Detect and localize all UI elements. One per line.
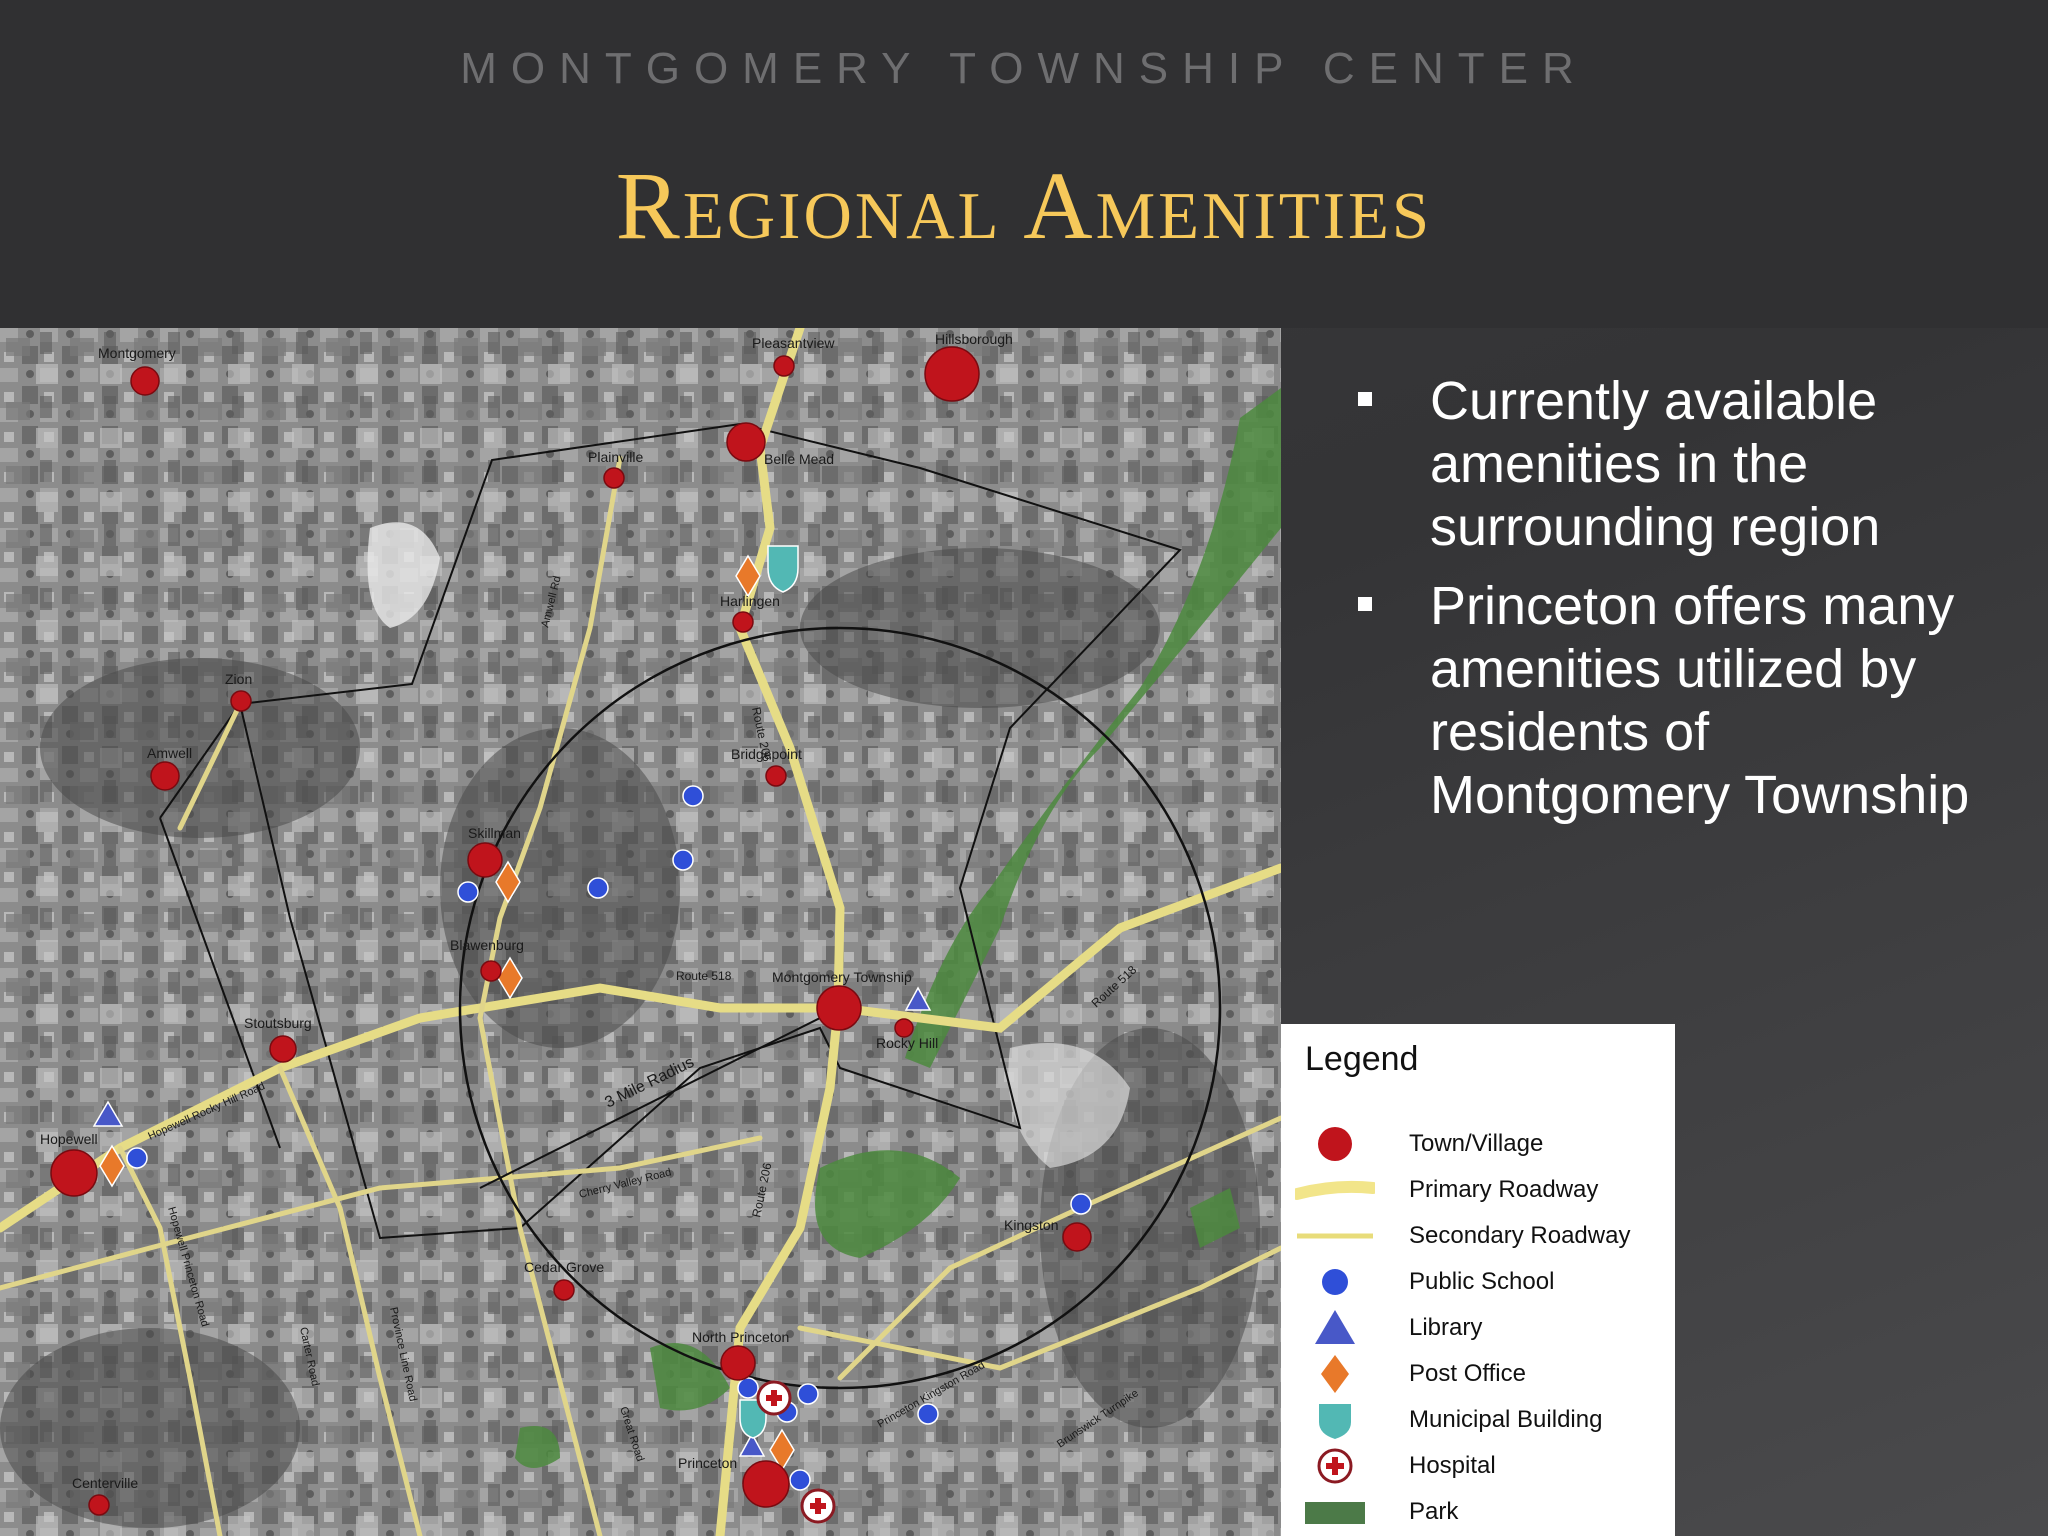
town-village-icon [1062, 1222, 1092, 1252]
hospital-icon [1317, 1448, 1353, 1484]
bullet-marker [1358, 392, 1372, 406]
town-village-icon [88, 1494, 110, 1516]
place-label-bridgepoint: Bridgepoint [731, 746, 802, 762]
place-label-blawenburg: Blawenburg [450, 937, 524, 953]
place-label-north-princeton: North Princeton [692, 1329, 789, 1345]
public-school-icon [917, 1403, 939, 1425]
place-label-pleasantview: Pleasantview [752, 335, 835, 351]
legend-row-secondary-roadway: Secondary Roadway [1281, 1216, 1675, 1256]
town-village-icon [150, 761, 180, 791]
park-icon [1305, 1502, 1365, 1524]
town-village-icon [816, 985, 862, 1031]
hospital-icon [756, 1380, 792, 1416]
place-label-montgomery: Montgomery [98, 345, 176, 361]
place-label-harlingen: Harlingen [720, 593, 780, 609]
town-village-icon [720, 1345, 756, 1381]
town-village-icon [732, 611, 754, 633]
public-school-icon [797, 1383, 819, 1405]
place-label-stoutsburg: Stoutsburg [244, 1015, 312, 1031]
place-label-skillman: Skillman [468, 825, 521, 841]
legend-label: Primary Roadway [1409, 1176, 1599, 1203]
slide-subtitle: MONTGOMERY TOWNSHIP CENTER [460, 44, 1588, 93]
public-school-icon [587, 877, 609, 899]
town-village-icon [467, 842, 503, 878]
place-label-cedar-grove: Cedar Grove [524, 1259, 604, 1275]
legend-label: Town/Village [1409, 1130, 1544, 1157]
post-office-icon [1321, 1355, 1349, 1393]
bullet-marker [1358, 597, 1372, 611]
place-label-plainville: Plainville [588, 449, 643, 465]
public-school-icon [1070, 1193, 1092, 1215]
public-school-icon [457, 881, 479, 903]
town-village-icon [742, 1460, 790, 1508]
legend-title: Legend [1305, 1040, 1419, 1078]
legend-row-hospital: Hospital [1281, 1446, 1675, 1486]
bullet-item: Princeton offers many amenities utilized… [1350, 575, 1990, 827]
town-village-icon [480, 960, 502, 982]
town-village-icon [773, 355, 795, 377]
primary-roadway-icon [1295, 1180, 1375, 1200]
slide-title: Regional Amenities [615, 152, 1433, 259]
public-school-icon [1322, 1269, 1348, 1295]
town-village-icon [130, 366, 160, 396]
hospital-icon [800, 1488, 836, 1524]
legend-row-post-office: Post Office [1281, 1354, 1675, 1394]
town-village-icon [50, 1149, 98, 1197]
map-legend: Legend Town/Village Primary Roadway Seco… [1281, 1024, 1675, 1536]
place-label-amwell: Amwell [147, 745, 192, 761]
town-village-icon [765, 765, 787, 787]
place-label-belle-mead: Belle Mead [764, 451, 834, 467]
place-label-centerville: Centerville [72, 1475, 138, 1491]
town-village-icon [603, 467, 625, 489]
legend-label: Municipal Building [1409, 1406, 1603, 1433]
place-label-princeton: Princeton [678, 1455, 737, 1471]
municipal-building-icon [1319, 1404, 1351, 1439]
legend-label: Hospital [1409, 1452, 1496, 1479]
legend-row-public-school: Public School [1281, 1262, 1675, 1302]
town-village-icon [230, 690, 252, 712]
header-band: MONTGOMERY TOWNSHIP CENTER Regional Amen… [0, 0, 2048, 328]
place-label-rocky-hill: Rocky Hill [876, 1035, 938, 1051]
town-village-icon [726, 422, 766, 462]
legend-label: Post Office [1409, 1360, 1526, 1387]
town-village-icon [553, 1279, 575, 1301]
bullet-list: Currently available amenities in the sur… [1350, 370, 1990, 843]
bullet-item: Currently available amenities in the sur… [1350, 370, 1990, 559]
legend-label: Secondary Roadway [1409, 1222, 1631, 1249]
town-village-icon [269, 1035, 297, 1063]
regional-map: 3 Mile Radius Route 518 Route 518 Route … [0, 328, 1281, 1536]
legend-row-library: Library [1281, 1308, 1675, 1348]
place-label-kingston: Kingston [1004, 1217, 1058, 1233]
town-village-icon [924, 346, 980, 402]
public-school-icon [682, 785, 704, 807]
bullet-text: Currently available amenities in the sur… [1430, 371, 1881, 557]
library-icon [1315, 1310, 1355, 1344]
town-village-icon [1318, 1127, 1352, 1161]
legend-label: Park [1409, 1498, 1459, 1525]
place-label-hillsborough: Hillsborough [935, 331, 1013, 347]
map-canvas: 3 Mile Radius Route 518 Route 518 Route … [0, 328, 1281, 1536]
place-label-zion: Zion [225, 671, 252, 687]
legend-row-primary-roadway: Primary Roadway [1281, 1170, 1675, 1210]
secondary-roadway-icon [1297, 1233, 1373, 1239]
road-label-route-518-west: Route 518 [676, 969, 732, 983]
place-label-montgomery-township: Montgomery Township [772, 969, 912, 985]
public-school-icon [737, 1377, 759, 1399]
legend-label: Library [1409, 1314, 1483, 1341]
place-label-hopewell: Hopewell [40, 1131, 98, 1147]
municipal-building-icon [767, 545, 799, 593]
legend-row-municipal-building: Municipal Building [1281, 1400, 1675, 1440]
public-school-icon [672, 849, 694, 871]
bullet-text: Princeton offers many amenities utilized… [1430, 576, 1970, 825]
legend-label: Public School [1409, 1268, 1555, 1295]
public-school-icon [126, 1147, 148, 1169]
legend-row-park: Park [1281, 1492, 1675, 1532]
public-school-icon [789, 1469, 811, 1491]
legend-row-town-village: Town/Village [1281, 1124, 1675, 1164]
